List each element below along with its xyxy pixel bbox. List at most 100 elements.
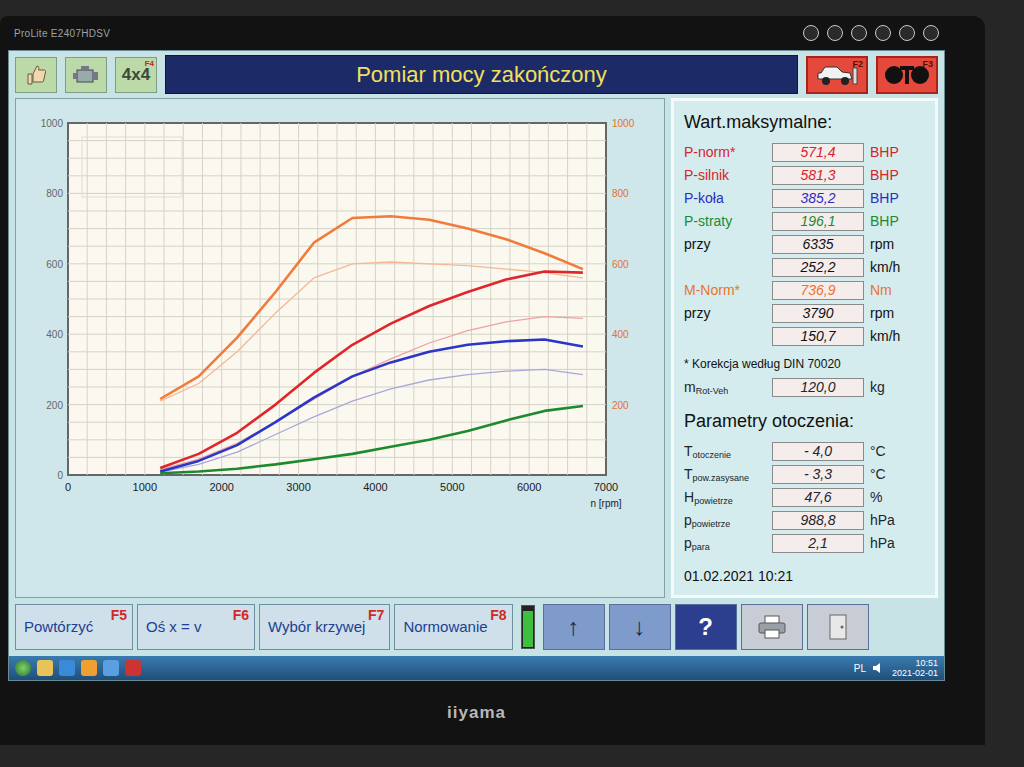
x-axis-tick: 4000 xyxy=(363,481,387,493)
function-key-label: F2 xyxy=(852,58,863,72)
monitor-button[interactable] xyxy=(803,25,819,41)
left-axis-tick: 400 xyxy=(46,329,63,340)
ambient-row: ppowietrze988,8hPa xyxy=(684,510,925,531)
start-button[interactable] xyxy=(15,660,31,676)
ambient-row-symbol: H xyxy=(684,489,694,505)
x-axis-tick: 5000 xyxy=(440,481,464,493)
main-area: 01000200030004000500060007000n [rpm]0200… xyxy=(9,98,944,598)
chart-panel: 01000200030004000500060007000n [rpm]0200… xyxy=(15,98,665,598)
right-axis-tick: 800 xyxy=(612,188,629,199)
monitor-buttons xyxy=(803,25,939,41)
arrow-button[interactable]: ↑ xyxy=(543,604,605,650)
ambient-row: Totoczenie- 4,0°C xyxy=(684,441,925,462)
taskbar-app-icon[interactable] xyxy=(59,660,75,676)
ambient-row-symbol: p xyxy=(684,535,692,551)
max-value-label: P-norm* xyxy=(684,142,766,163)
max-value-field: 150,7 xyxy=(772,327,864,346)
nav-button-glyph: ? xyxy=(698,609,713,645)
function-key-button[interactable]: F2 xyxy=(806,56,868,94)
ambient-row-label: Hpowietrze xyxy=(684,487,766,508)
max-value-label: P-straty xyxy=(684,211,766,232)
max-value-field: 385,2 xyxy=(772,189,864,208)
monitor-brand: iiyama xyxy=(447,700,506,726)
taskbar-app-icon[interactable] xyxy=(125,660,141,676)
power-chart: 01000200030004000500060007000n [rpm]0200… xyxy=(20,103,660,513)
taskbar-app-icon[interactable] xyxy=(37,660,53,676)
left-axis-tick: 1000 xyxy=(41,118,64,129)
top-toolbar: 4x4F4Pomiar mocy zakończonyF2F3 xyxy=(9,51,944,98)
taskbar-app-icon[interactable] xyxy=(103,660,119,676)
function-button-label: Powtórzyć xyxy=(24,618,93,635)
x-axis-tick: 1000 xyxy=(133,481,157,493)
nav-button-glyph: ↑ xyxy=(568,609,580,645)
engine-tile[interactable] xyxy=(65,57,107,93)
chart-grid xyxy=(68,123,606,475)
drive-mode-tile[interactable]: 4x4F4 xyxy=(115,57,157,93)
ambient-row-label: Totoczenie xyxy=(684,441,766,462)
max-value-field: 6335 xyxy=(772,235,864,254)
ambient-row-label: ppara xyxy=(684,533,766,554)
ambient-row: Hpowietrze 47,6% xyxy=(684,487,925,508)
print-button[interactable] xyxy=(741,604,803,650)
max-value-unit: rpm xyxy=(870,303,914,324)
help-button[interactable]: ? xyxy=(675,604,737,650)
max-value-field: 736,9 xyxy=(772,281,864,300)
taskbar-app-icon[interactable] xyxy=(81,660,97,676)
x-axis-tick: 6000 xyxy=(517,481,541,493)
drive-mode-key: F4 xyxy=(145,58,154,70)
clock-time: 10:51 xyxy=(892,658,938,668)
rot-mass-row-symbol: m xyxy=(684,379,696,395)
rot-mass-row-label: mRot-Veh xyxy=(684,377,766,398)
left-axis-tick: 600 xyxy=(46,259,63,270)
ambient-row-symbol: T xyxy=(684,466,693,482)
max-value-row: P-koła385,2BHP xyxy=(684,188,925,209)
ambient-row: ppara2,1hPa xyxy=(684,533,925,554)
taskbar-clock[interactable]: 10:512021-02-01 xyxy=(892,658,938,678)
max-value-unit: BHP xyxy=(870,142,914,163)
ambient-row: Tpow.zasysane- 3,3°C xyxy=(684,464,925,485)
function-button[interactable]: Oś x = vF6 xyxy=(137,604,255,650)
max-value-unit: km/h xyxy=(870,326,914,347)
max-value-field: 3790 xyxy=(772,304,864,323)
monitor-button[interactable] xyxy=(851,25,867,41)
max-value-row: P-norm*571,4BHP xyxy=(684,142,925,163)
max-value-unit: km/h xyxy=(870,257,914,278)
monitor-button[interactable] xyxy=(923,25,939,41)
timestamp: 01.02.2021 10:21 xyxy=(684,566,925,587)
max-value-label: przy xyxy=(684,303,766,324)
ambient-row-unit: hPa xyxy=(870,533,914,554)
left-axis-tick: 0 xyxy=(57,470,63,481)
exit-button[interactable] xyxy=(807,604,869,650)
ambient-row-unit: % xyxy=(870,487,914,508)
monitor-button[interactable] xyxy=(875,25,891,41)
ambient-row-subscript: powietrze xyxy=(694,496,733,506)
monitor-button[interactable] xyxy=(827,25,843,41)
monitor-button[interactable] xyxy=(899,25,915,41)
max-value-label: P-koła xyxy=(684,188,766,209)
max-value-row: P-straty196,1BHP xyxy=(684,211,925,232)
arrow-button[interactable]: ↓ xyxy=(609,604,671,650)
language-indicator[interactable]: PL xyxy=(854,661,866,676)
ambient-row-subscript: otoczenie xyxy=(693,450,732,460)
monitor-top-bezel: ProLite E2407HDSV xyxy=(8,16,945,50)
function-button-label: Wybór krzywej xyxy=(268,618,365,635)
function-key-button[interactable]: F3 xyxy=(876,56,938,94)
ambient-row-field: 47,6 xyxy=(772,488,864,507)
car-icon xyxy=(815,62,859,88)
chart-legend-box xyxy=(82,137,182,197)
monitor: ProLite E2407HDSV 4x4F4Pomiar mocy zakoń… xyxy=(0,16,985,745)
approve-tile[interactable] xyxy=(15,57,57,93)
max-values-title: Wart.maksymalne: xyxy=(684,109,925,136)
function-button[interactable]: PowtórzyćF5 xyxy=(15,604,133,650)
max-value-row: P-silnik581,3BHP xyxy=(684,165,925,186)
signal-meter xyxy=(521,605,535,649)
right-axis-tick: 200 xyxy=(612,400,629,411)
max-value-field: 581,3 xyxy=(772,166,864,185)
plot-area xyxy=(68,123,606,475)
ambient-row-unit: hPa xyxy=(870,510,914,531)
ambient-row-unit: °C xyxy=(870,441,914,462)
signal-meter-fill xyxy=(523,611,533,647)
function-button[interactable]: NormowanieF8 xyxy=(394,604,512,650)
function-button[interactable]: Wybór krzywejF7 xyxy=(259,604,390,650)
nav-button-glyph: ↓ xyxy=(634,609,646,645)
